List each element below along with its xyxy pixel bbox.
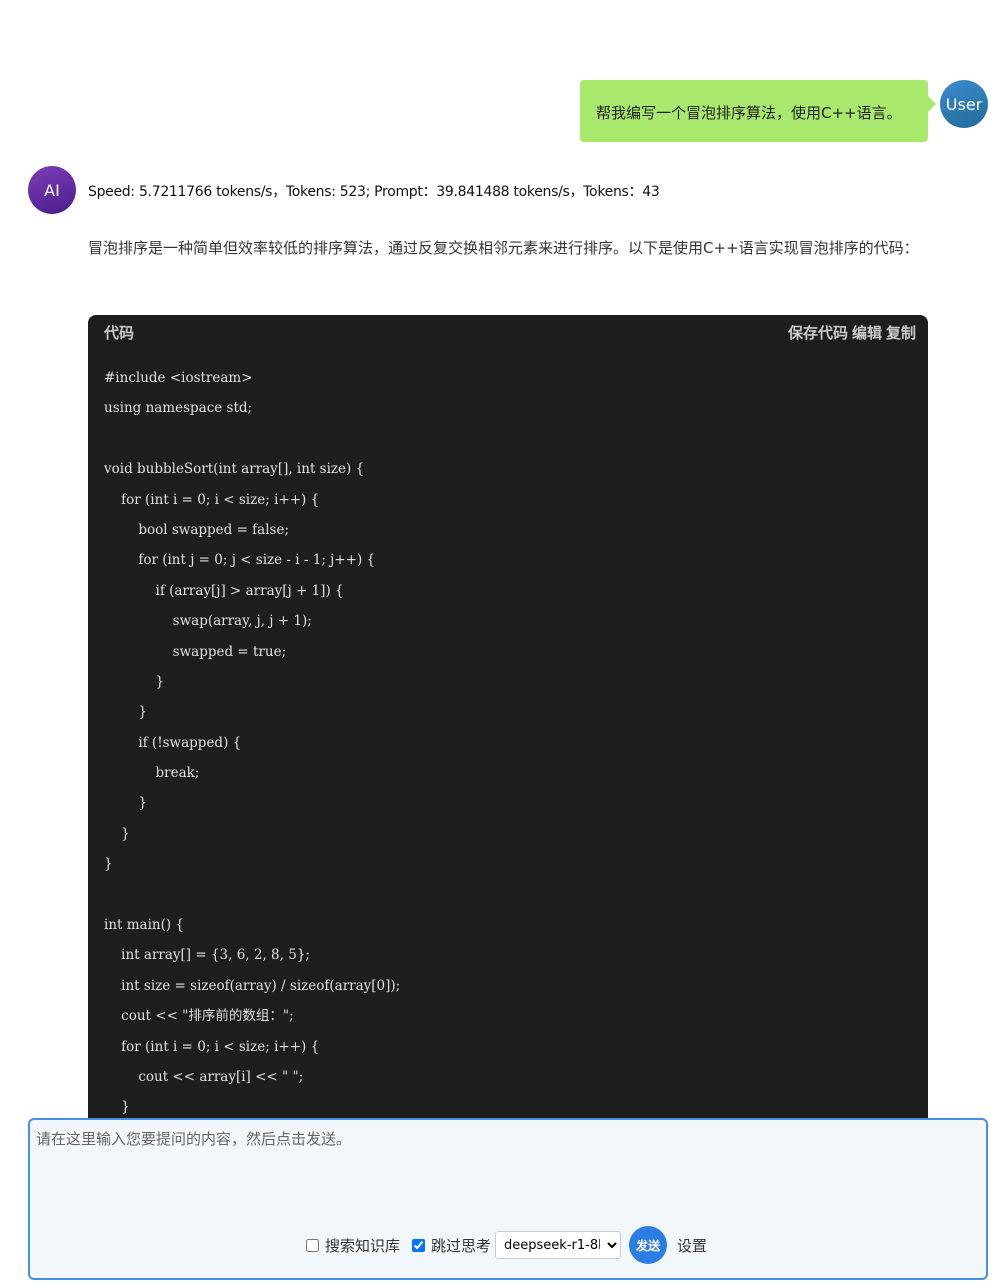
user-message-row: 帮我编写一个冒泡排序算法，使用C++语言。 User bbox=[580, 80, 988, 142]
code-line: swap(array, j, j + 1); bbox=[104, 613, 312, 630]
model-select[interactable]: deepseek-r1-8b bbox=[495, 1231, 622, 1259]
code-line: } bbox=[104, 825, 130, 842]
skip-think-checkbox[interactable] bbox=[412, 1238, 426, 1252]
generation-stats: Speed: 5.7211766 tokens/s，Tokens: 523; P… bbox=[88, 184, 660, 200]
code-line: cout << array[i] << " "; bbox=[104, 1068, 304, 1085]
settings-link[interactable]: 设置 bbox=[677, 1235, 707, 1256]
search-kb-checkbox[interactable] bbox=[306, 1238, 319, 1252]
code-line: bool swapped = false; bbox=[104, 521, 290, 538]
code-line: } bbox=[104, 704, 147, 721]
code-line: void bubbleSort(int array[], int size) { bbox=[104, 461, 365, 478]
code-body: #include <iostream> using namespace std; v… bbox=[88, 349, 928, 1123]
input-panel: 搜索知识库 跳过思考 deepseek-r1-8b 发送 设置 bbox=[28, 1118, 988, 1280]
code-line: } bbox=[104, 856, 113, 873]
code-line: for (int j = 0; j < size - i - 1; j++) { bbox=[104, 552, 376, 569]
code-block-title: 代码 bbox=[104, 323, 135, 342]
search-kb-label: 搜索知识库 bbox=[325, 1236, 401, 1255]
user-message-bubble: 帮我编写一个冒泡排序算法，使用C++语言。 bbox=[580, 80, 936, 142]
ai-intro-text: 冒泡排序是一种简单但效率较低的排序算法，通过反复交换相邻元素来进行排序。以下是使… bbox=[88, 239, 919, 257]
code-line: if (array[j] > array[j + 1]) { bbox=[104, 582, 344, 599]
code-line: for (int i = 0; i < size; i++) { bbox=[104, 1038, 320, 1055]
code-line: if (!swapped) { bbox=[104, 734, 242, 751]
code-line: break; bbox=[104, 765, 200, 782]
code-block-header: 代码 保存代码 编辑 复制 bbox=[88, 315, 928, 349]
skip-think-label: 跳过思考 bbox=[431, 1236, 492, 1255]
code-line: for (int i = 0; i < size; i++) { bbox=[104, 491, 320, 508]
send-button[interactable]: 发送 bbox=[629, 1226, 668, 1264]
save-code-button[interactable]: 保存代码 bbox=[788, 322, 848, 343]
copy-code-button[interactable]: 复制 bbox=[886, 322, 916, 343]
search-kb-option[interactable]: 搜索知识库 bbox=[306, 1235, 400, 1256]
code-line: cout << "排序前的数组："; bbox=[104, 1008, 294, 1025]
question-input[interactable] bbox=[36, 1128, 976, 1228]
user-avatar: User bbox=[940, 80, 988, 128]
edit-code-button[interactable]: 编辑 bbox=[852, 322, 882, 343]
code-line: using namespace std; bbox=[104, 400, 253, 417]
code-actions: 保存代码 编辑 复制 bbox=[788, 322, 916, 343]
ai-avatar: AI bbox=[28, 166, 76, 214]
skip-think-option[interactable]: 跳过思考 bbox=[412, 1235, 491, 1256]
code-line: #include <iostream> bbox=[104, 370, 253, 386]
code-block: 代码 保存代码 编辑 复制 #include <iostream> using n… bbox=[88, 315, 928, 1175]
code-line: } bbox=[104, 673, 165, 690]
code-line: swapped = true; bbox=[104, 643, 287, 660]
input-controls: 搜索知识库 跳过思考 deepseek-r1-8b 发送 设置 bbox=[306, 1226, 707, 1264]
code-line: int size = sizeof(array) / sizeof(array[… bbox=[104, 977, 401, 994]
code-line: int array[] = {3, 6, 2, 8, 5}; bbox=[104, 947, 310, 964]
code-line: } bbox=[104, 795, 147, 812]
code-line: int main() { bbox=[104, 917, 185, 934]
